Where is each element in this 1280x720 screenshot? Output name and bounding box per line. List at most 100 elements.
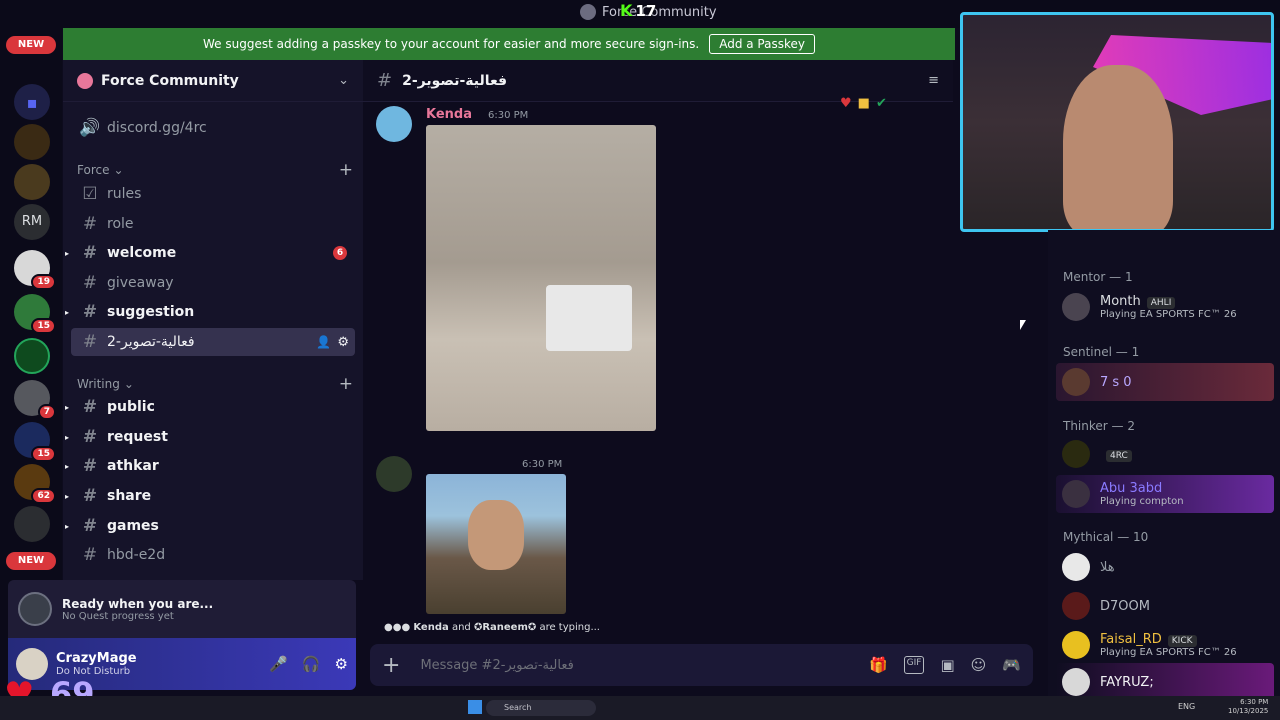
member-item[interactable]: Abu 3abd Playing compton (1056, 475, 1274, 513)
channel-active[interactable]: # فعالية-تصوير-2 👤 ⚙ (71, 328, 355, 356)
member-list: Mentor — 1 Month AHLI Playing EA SPORTS F… (1048, 230, 1280, 701)
hash-icon: # (82, 486, 98, 506)
heart-reaction-icon[interactable]: ♥ (840, 96, 852, 111)
language-indicator[interactable]: ENG (1178, 702, 1195, 711)
server-icon-folder[interactable]: ▪ (14, 84, 50, 120)
headphones-icon[interactable]: 🎧 (302, 655, 321, 673)
gear-icon[interactable]: ⚙ (335, 655, 348, 673)
member-item[interactable]: Faisal_RD KICK Playing EA SPORTS FC™ 26 (1056, 626, 1274, 664)
server-icon[interactable] (14, 164, 50, 200)
message-reactions: ♥ ■ ✔ (840, 96, 887, 111)
server-icon-rm[interactable]: RM (14, 204, 50, 240)
channel-rules[interactable]: ☑ rules (71, 180, 355, 208)
channel-giveaway[interactable]: # giveaway (71, 269, 355, 297)
mention-badge: 15 (31, 318, 56, 334)
speaker-icon: 🔊 (79, 118, 101, 138)
quest-title: Ready when you are... (62, 596, 214, 611)
channel-games[interactable]: ▸ # games (65, 512, 355, 540)
member-activity: Playing EA SPORTS FC™ 26 (1100, 647, 1237, 658)
category-label: Writing (77, 377, 120, 391)
channel-suggestion[interactable]: ▸ # suggestion (65, 298, 355, 326)
server-icon[interactable]: 7 (14, 380, 56, 420)
chevron-down-icon: ⌄ (338, 73, 349, 88)
hash-icon: # (82, 273, 98, 293)
sticker-icon[interactable]: ▣ (940, 656, 954, 674)
hash-icon: # (82, 545, 98, 565)
invite-icon[interactable]: 👤 (316, 335, 331, 349)
server-icon[interactable] (14, 338, 50, 374)
message-time: 6:30 PM (522, 459, 563, 470)
channel-public[interactable]: ▸ # public (65, 393, 355, 421)
banner-text: We suggest adding a passkey to your acco… (203, 37, 700, 51)
server-icon[interactable] (14, 124, 50, 160)
member-item[interactable]: 4RC (1056, 435, 1274, 473)
channel-label: role (107, 216, 134, 232)
add-passkey-button[interactable]: Add a Passkey (709, 34, 815, 54)
add-channel-icon[interactable]: + (339, 160, 353, 180)
channel-welcome[interactable]: ▸ # welcome 6 (65, 239, 355, 267)
webcam-overlay (960, 12, 1274, 232)
unread-dot-icon: ▸ (65, 432, 70, 442)
channel-label: suggestion (107, 304, 195, 320)
server-icon[interactable] (14, 506, 50, 542)
gif-button[interactable]: GIF (903, 656, 925, 674)
hash-icon: # (82, 332, 98, 352)
server-header[interactable]: Force Community ⌄ (63, 60, 363, 102)
member-tag: 4RC (1106, 449, 1132, 462)
quest-panel[interactable]: Ready when you are... No Quest progress … (8, 580, 356, 638)
channel-request[interactable]: ▸ # request (65, 423, 355, 451)
avatar[interactable] (376, 456, 412, 492)
channel-voice-link[interactable]: 🔊 discord.gg/4rc (71, 114, 355, 142)
server-icon[interactable]: 62 (14, 464, 56, 504)
channel-hbd[interactable]: # hbd-e2d (71, 541, 355, 569)
message-time: 6:30 PM (488, 110, 529, 121)
microphone-icon[interactable]: 🎤 (269, 655, 288, 673)
server-icon[interactable]: 19 (14, 250, 56, 290)
channel-label: public (107, 399, 155, 415)
message-author[interactable]: Kenda (426, 107, 472, 122)
add-channel-icon[interactable]: + (339, 374, 353, 394)
message-input[interactable]: Message #فعالية-تصوير-2 (420, 658, 869, 673)
message-image[interactable] (426, 125, 656, 431)
check-reaction-icon[interactable]: ✔ (876, 96, 887, 111)
threads-icon[interactable]: ≡ (928, 73, 939, 88)
gear-icon[interactable]: ⚙ (337, 335, 349, 350)
category-force[interactable]: Force ⌄ + (77, 160, 353, 180)
message-composer[interactable]: + Message #فعالية-تصوير-2 🎁 GIF ▣ ☺ 🎮 (370, 644, 1033, 686)
channel-athkar[interactable]: ▸ # athkar (65, 452, 355, 480)
member-name: Month (1100, 294, 1141, 309)
windows-start-icon[interactable] (468, 700, 482, 714)
member-item[interactable]: Month AHLI Playing EA SPORTS FC™ 26 (1056, 288, 1274, 326)
hash-icon: # (82, 456, 98, 476)
hash-icon: # (377, 70, 393, 91)
member-item[interactable]: 7 s 0 (1056, 363, 1274, 401)
avatar[interactable] (376, 106, 412, 142)
channel-label: giveaway (107, 275, 174, 291)
channel-share[interactable]: ▸ # share (65, 482, 355, 510)
message-list: Kenda 6:30 PM 6:30 PM (363, 102, 1038, 640)
server-icon[interactable]: 15 (14, 422, 56, 462)
emoji-icon[interactable]: ☺ (971, 656, 987, 674)
taskbar-clock[interactable]: 6:30 PM 10/13/2025 (1228, 698, 1268, 716)
reaction-icon[interactable]: ■ (858, 96, 870, 111)
add-attachment-button[interactable]: + (382, 653, 400, 678)
activity-icon[interactable]: 🎮 (1002, 656, 1021, 674)
gift-icon[interactable]: 🎁 (869, 656, 888, 674)
new-badge: NEW (6, 36, 56, 54)
channel-label: فعالية-تصوير-2 (107, 334, 195, 350)
member-tag: AHLI (1146, 297, 1176, 309)
taskbar-search[interactable]: Search (486, 700, 596, 716)
member-item[interactable]: D7OOM (1056, 587, 1274, 625)
category-writing[interactable]: Writing ⌄ + (77, 374, 353, 394)
hash-icon: # (82, 427, 98, 447)
server-icon[interactable]: 15 (14, 294, 56, 334)
hash-icon: # (82, 397, 98, 417)
message-image[interactable] (426, 474, 566, 614)
member-item[interactable]: هلا (1056, 548, 1274, 586)
avatar (1062, 368, 1090, 396)
channel-label: games (107, 518, 159, 534)
chevron-down-icon: ⌄ (123, 377, 134, 391)
webcam-person (1063, 65, 1173, 229)
mention-badge: 62 (31, 488, 56, 504)
channel-role[interactable]: # role (71, 210, 355, 238)
